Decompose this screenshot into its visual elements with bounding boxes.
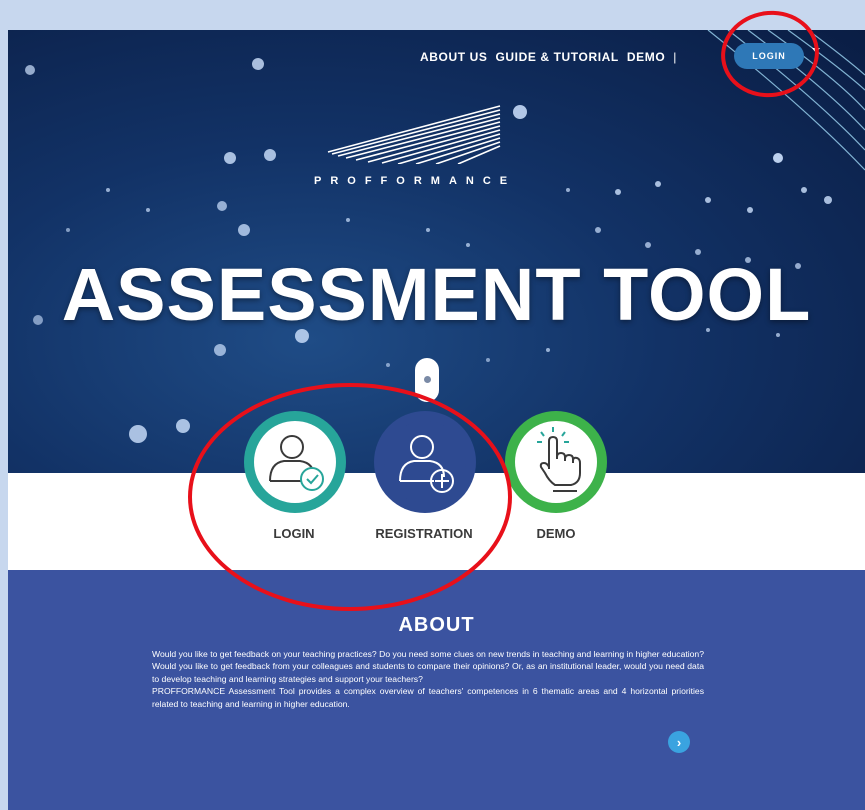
nav-demo[interactable]: DEMO (627, 50, 665, 64)
about-section: ABOUT Would you like to get feedback on … (8, 570, 865, 810)
login-circle-button[interactable] (244, 411, 346, 513)
about-text: Would you like to get feedback on your t… (152, 648, 704, 710)
user-check-icon (269, 435, 324, 491)
browser-viewport: ABOUT US GUIDE & TUTORIAL DEMO | LOGIN P (8, 30, 865, 810)
hand-pointer-icon (537, 427, 581, 492)
nav-guide-tutorial[interactable]: GUIDE & TUTORIAL (495, 50, 618, 64)
about-title: ABOUT (398, 614, 475, 636)
scroll-indicator-dot (424, 376, 431, 383)
user-add-icon (399, 435, 454, 493)
header-login-button[interactable]: LOGIN (734, 43, 804, 69)
hero-title: ASSESSMENT TOOL (61, 253, 812, 336)
about-paragraph: PROFFORMANCE Assessment Tool provides a … (152, 686, 704, 709)
login-action-label[interactable]: LOGIN (264, 526, 324, 541)
demo-circle-button[interactable] (505, 411, 607, 513)
hero-section: ABOUT US GUIDE & TUTORIAL DEMO | LOGIN P (8, 30, 865, 473)
about-paragraph: Would you like to get feedback on your t… (152, 649, 704, 684)
registration-circle-button[interactable] (374, 411, 476, 513)
registration-action-label[interactable]: REGISTRATION (364, 526, 484, 541)
top-navigation: ABOUT US GUIDE & TUTORIAL DEMO | (420, 50, 676, 64)
language-dropdown-caret-icon[interactable] (812, 48, 820, 53)
scroll-indicator-icon[interactable] (415, 358, 439, 402)
nav-separator: | (673, 50, 677, 64)
demo-action-label[interactable]: DEMO (528, 526, 584, 541)
proffformance-logo-icon (327, 105, 501, 164)
brand-name: PROFFORMANCE (314, 175, 517, 187)
chevron-right-icon[interactable]: › (668, 731, 690, 753)
nav-about-us[interactable]: ABOUT US (420, 50, 487, 64)
